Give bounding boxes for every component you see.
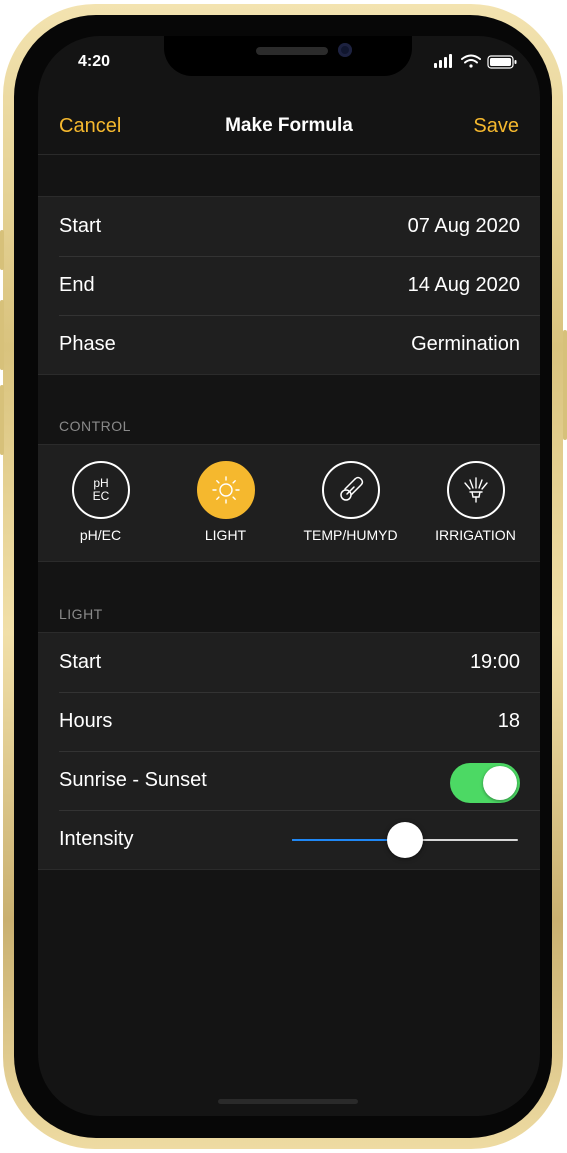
svg-text:EC: EC bbox=[92, 489, 109, 503]
toggle-knob bbox=[483, 766, 517, 800]
phase-label: Phase bbox=[59, 333, 116, 355]
control-irrigation-label: IRRIGATION bbox=[435, 527, 516, 543]
page-title: Make Formula bbox=[225, 115, 353, 136]
schedule-group: Start 07 Aug 2020 End 14 Aug 2020 Phase … bbox=[38, 196, 540, 375]
control-irrigation[interactable]: IRRIGATION bbox=[413, 445, 538, 561]
earpiece-speaker bbox=[256, 47, 328, 55]
thermometer-icon bbox=[321, 461, 380, 519]
control-ph-ec-label: pH/EC bbox=[79, 527, 122, 543]
home-indicator bbox=[218, 1099, 358, 1104]
wifi-icon bbox=[461, 54, 481, 68]
sunrise-sunset-row: Sunrise - Sunset bbox=[38, 751, 540, 810]
phase-value: Germination bbox=[411, 333, 520, 355]
signal-icon bbox=[434, 54, 452, 68]
control-ph-ec[interactable]: pH EC pH/EC bbox=[38, 445, 163, 561]
svg-text:pH: pH bbox=[93, 476, 108, 490]
sprinkler-icon bbox=[446, 461, 505, 519]
intensity-slider[interactable] bbox=[292, 822, 518, 858]
phase-row[interactable]: Phase Germination bbox=[38, 315, 540, 374]
end-date-value: 14 Aug 2020 bbox=[407, 274, 520, 296]
phone-screen: 4:20 Cancel Make Formula Save Start 07 A… bbox=[38, 36, 540, 1116]
light-start-row[interactable]: Start 19:00 bbox=[38, 633, 540, 692]
save-button[interactable]: Save bbox=[473, 115, 519, 138]
control-light-label: LIGHT bbox=[204, 527, 247, 543]
ph-ec-icon: pH EC bbox=[71, 461, 130, 519]
sun-icon bbox=[196, 461, 255, 519]
volume-down-button bbox=[0, 385, 4, 455]
control-light[interactable]: LIGHT bbox=[163, 445, 288, 561]
sunrise-sunset-toggle[interactable] bbox=[450, 763, 520, 803]
end-date-label: End bbox=[59, 274, 95, 296]
light-start-label: Start bbox=[59, 651, 102, 673]
control-section-header: CONTROL bbox=[59, 418, 131, 434]
mute-switch bbox=[0, 230, 4, 270]
light-hours-value: 18 bbox=[497, 710, 520, 732]
light-settings-group: Start 19:00 Hours 18 Sunrise - Sunset In… bbox=[38, 632, 540, 870]
light-section-header: LIGHT bbox=[59, 606, 103, 622]
sunrise-sunset-label: Sunrise - Sunset bbox=[59, 769, 207, 791]
intensity-label: Intensity bbox=[59, 828, 134, 850]
control-temp-humyd-label: TEMP/HUMYD bbox=[303, 527, 398, 543]
navigation-bar: Cancel Make Formula Save bbox=[38, 96, 540, 155]
status-icons bbox=[434, 54, 517, 69]
slider-thumb[interactable] bbox=[387, 822, 423, 858]
end-date-row[interactable]: End 14 Aug 2020 bbox=[38, 256, 540, 315]
light-hours-label: Hours bbox=[59, 710, 113, 732]
volume-up-button bbox=[0, 300, 4, 370]
control-selector: pH EC pH/EC LIGHT TEMP/HUMYD IRRIGATION bbox=[38, 444, 540, 562]
intensity-row: Intensity bbox=[38, 810, 540, 869]
start-date-label: Start bbox=[59, 215, 102, 237]
notch bbox=[164, 36, 412, 76]
status-time: 4:20 bbox=[78, 53, 111, 70]
battery-icon bbox=[487, 55, 517, 69]
power-button bbox=[563, 330, 567, 440]
start-date-value: 07 Aug 2020 bbox=[407, 215, 520, 237]
light-hours-row[interactable]: Hours 18 bbox=[38, 692, 540, 751]
light-start-value: 19:00 bbox=[469, 651, 520, 673]
front-camera bbox=[338, 43, 352, 57]
control-temp-humyd[interactable]: TEMP/HUMYD bbox=[288, 445, 413, 561]
start-date-row[interactable]: Start 07 Aug 2020 bbox=[38, 197, 540, 256]
